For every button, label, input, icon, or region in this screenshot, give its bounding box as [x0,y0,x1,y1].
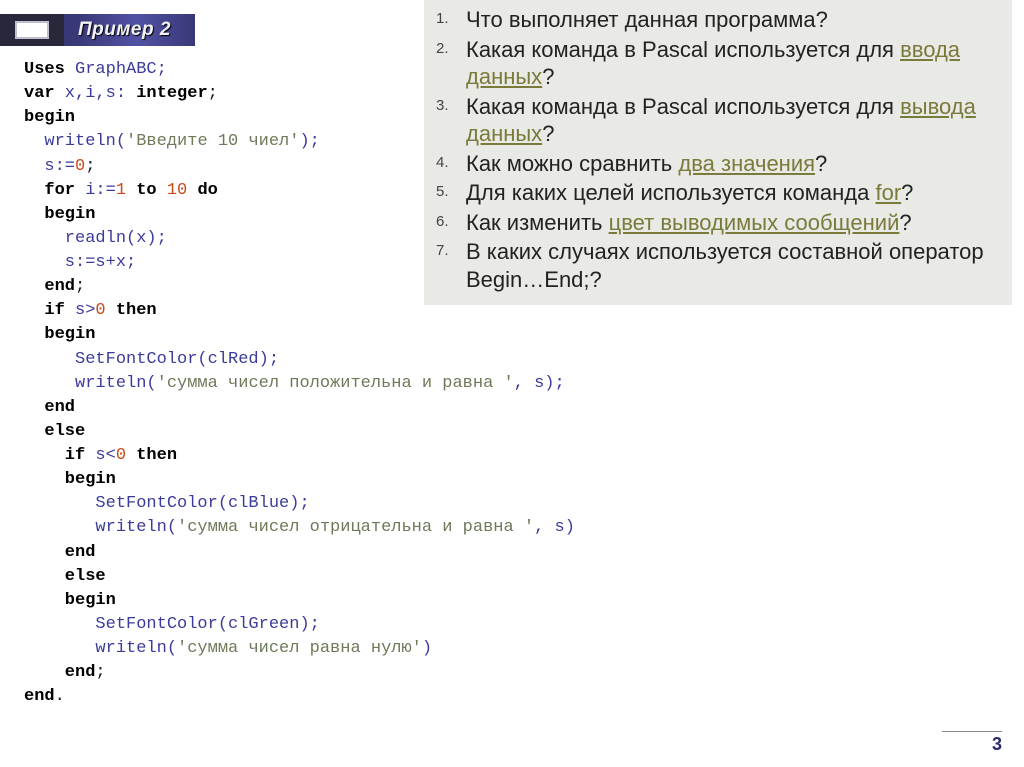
code-text: ; [208,84,218,103]
code-kw: then [106,301,157,320]
code-text: . [55,687,65,706]
slide-title: Пример 2 [78,19,171,41]
code-kw: begin [24,470,116,489]
code-ident: writeln( [24,374,157,393]
code-kw: end [24,687,55,706]
code-text: ; [85,157,95,176]
code-str: 'сумма чисел отрицательна и равна ' [177,518,534,537]
code-num: 0 [116,446,126,465]
question-text: ? [542,64,554,89]
code-kw: else [24,422,85,441]
code-ident: SetFontColor(clRed); [24,350,279,369]
code-num: 0 [75,157,85,176]
code-kw: end [24,663,95,682]
code-ident: readln(x); [24,229,167,248]
code-kw: if [24,301,65,320]
slide: Пример 2 Uses GraphABC; var x,i,s: integ… [0,0,1024,767]
question-text: Какая команда в Pascal используется для [466,37,900,62]
title-decor-icon [0,14,64,46]
question-link[interactable]: два значения [678,151,815,176]
question-text: ? [542,121,554,146]
title-main: Пример 2 [64,14,195,46]
question-item: Как можно сравнить два значения? [430,150,1002,178]
questions-panel: Что выполняет данная программа? Какая ко… [424,0,1012,305]
code-num: 10 [167,181,187,200]
code-ident: ); [299,132,319,151]
code-str: 'Введите 10 чиел' [126,132,299,151]
code-kw: begin [24,325,95,344]
code-ident: SetFontColor(clBlue); [24,494,310,513]
question-text: ? [899,210,911,235]
code-text: ; [95,663,105,682]
question-link[interactable]: for [875,180,901,205]
question-item: Какая команда в Pascal используется для … [430,93,1002,148]
question-link[interactable]: цвет выводимых сообщений [609,210,900,235]
code-ident: s:=s+x; [24,253,136,272]
code-kw: begin [24,108,75,127]
question-item: Какая команда в Pascal используется для … [430,36,1002,91]
question-item: Для каких целей используется команда for… [430,179,1002,207]
code-kw: var [24,84,55,103]
question-text: В каких случаях используется составной о… [466,239,984,292]
code-kw: do [187,181,218,200]
code-kw: integer [136,84,207,103]
question-text: Какая команда в Pascal используется для [466,94,900,119]
code-str: 'сумма чисел положительна и равна ' [157,374,514,393]
question-text: Как изменить [466,210,609,235]
code-num: 0 [95,301,105,320]
page-number: 3 [942,731,1002,755]
question-text: Как можно сравнить [466,151,678,176]
code-kw: Uses [24,60,65,79]
code-kw: end [24,398,75,417]
code-ident: s> [65,301,96,320]
code-ident: writeln( [24,518,177,537]
code-ident: x,i,s: [55,84,137,103]
code-ident: s:= [24,157,75,176]
question-text: Что выполняет данная программа? [466,7,828,32]
title-bar: Пример 2 [0,14,195,46]
code-ident: , s) [534,518,575,537]
code-ident: writeln( [24,639,177,658]
code-ident: s< [85,446,116,465]
code-ident: i:= [75,181,116,200]
code-ident: ) [422,639,432,658]
code-num: 1 [116,181,126,200]
question-item: Как изменить цвет выводимых сообщений? [430,209,1002,237]
code-kw: begin [24,205,95,224]
question-text: ? [815,151,827,176]
code-kw: then [126,446,177,465]
code-ident: writeln( [24,132,126,151]
code-kw: if [24,446,85,465]
questions-list: Что выполняет данная программа? Какая ко… [430,6,1002,293]
code-kw: end [24,277,75,296]
code-kw: end [24,543,95,562]
question-text: Для каких целей используется команда [466,180,875,205]
code-ident: , s); [514,374,565,393]
code-ident: GraphABC; [65,60,167,79]
code-kw: begin [24,591,116,610]
code-text: ; [75,277,85,296]
code-kw: to [126,181,167,200]
question-item: В каких случаях используется составной о… [430,238,1002,293]
code-ident: SetFontColor(clGreen); [24,615,320,634]
question-item: Что выполняет данная программа? [430,6,1002,34]
question-text: ? [901,180,913,205]
code-str: 'сумма чисел равна нулю' [177,639,422,658]
code-kw: else [24,567,106,586]
title-decor-inner [15,21,49,39]
code-kw: for [24,181,75,200]
